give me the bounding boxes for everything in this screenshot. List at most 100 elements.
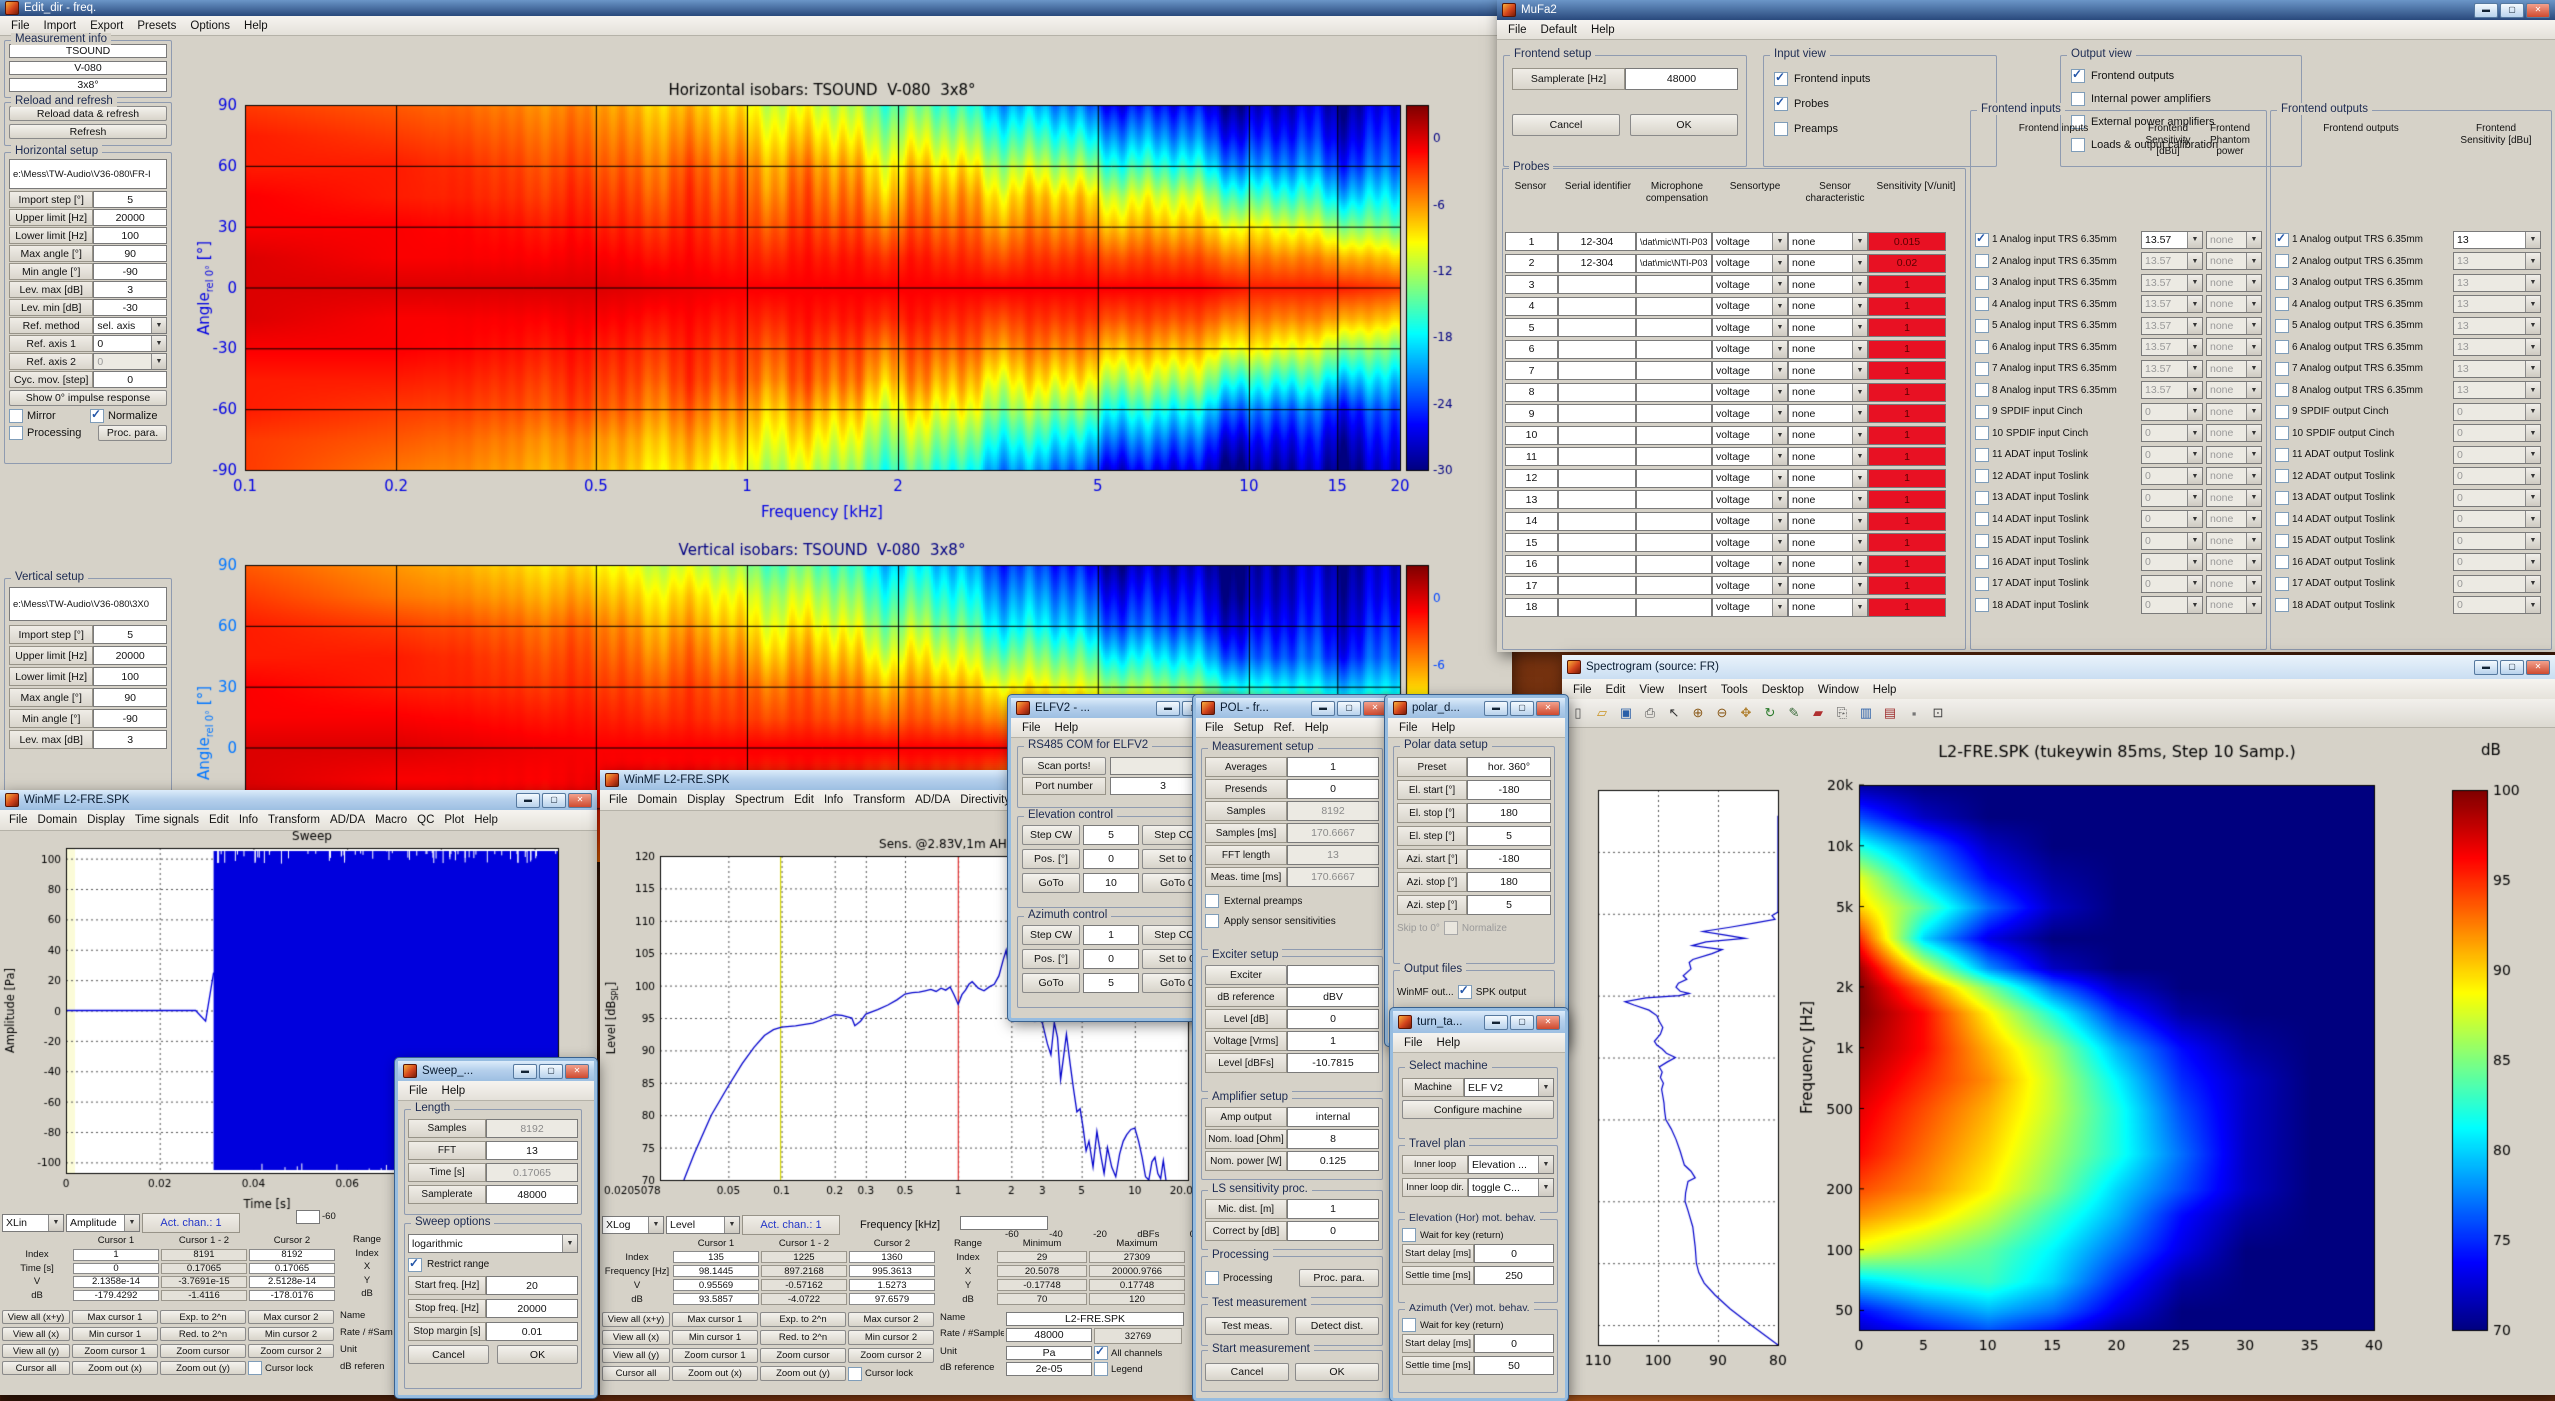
menu-item[interactable]: Domain	[633, 793, 683, 807]
link-plots-icon[interactable]: ⎘	[1830, 702, 1854, 724]
phantom-power-dropdown[interactable]: none▼	[2206, 424, 2262, 442]
chevron-down-icon[interactable]: ▼	[2187, 253, 2202, 269]
chevron-down-icon[interactable]: ▼	[2525, 253, 2540, 269]
chevron-down-icon[interactable]: ▼	[2525, 447, 2540, 463]
characteristic-dropdown[interactable]: none▼	[1788, 383, 1868, 402]
input-enable-checkbox[interactable]	[1975, 340, 1989, 354]
chevron-down-icon[interactable]: ▼	[151, 318, 166, 333]
mic-compensation[interactable]: \dat\mic\NTI-P03	[1636, 232, 1712, 251]
chevron-down-icon[interactable]: ▼	[2246, 339, 2261, 355]
chevron-down-icon[interactable]: ▼	[2187, 232, 2202, 248]
field-value[interactable]: 5	[1467, 895, 1551, 915]
all-channels-checkbox[interactable]	[1094, 1346, 1108, 1360]
serial-identifier[interactable]	[1558, 297, 1636, 316]
step-button[interactable]: Pos. [°]	[1022, 949, 1080, 969]
serial-identifier[interactable]	[1558, 340, 1636, 359]
mufa2-titlebar[interactable]: MuFa2 ▬▢✕	[1497, 0, 2555, 20]
sensitivity-value[interactable]: 1	[1868, 598, 1946, 617]
insert-colorbar-icon[interactable]: ▥	[1854, 702, 1878, 724]
output-enable-checkbox[interactable]	[2275, 254, 2289, 268]
menu-item[interactable]: File	[1392, 721, 1425, 735]
output-sensitivity-dropdown[interactable]: 0▼	[2453, 596, 2541, 614]
sensitivity-value[interactable]: 1	[1868, 490, 1946, 509]
characteristic-dropdown[interactable]: none▼	[1788, 447, 1868, 466]
menu-item[interactable]: Info	[819, 793, 848, 807]
field-value[interactable]: 0	[1287, 779, 1379, 799]
chevron-down-icon[interactable]: ▼	[2187, 382, 2202, 398]
wait-for-key-checkbox[interactable]	[1402, 1318, 1416, 1332]
characteristic-dropdown[interactable]: none▼	[1788, 254, 1868, 273]
dropdown[interactable]: sel. axis▼	[93, 317, 167, 334]
sensitivity-value[interactable]: 1	[1868, 318, 1946, 337]
sensortype-dropdown[interactable]: voltage▼	[1712, 426, 1788, 445]
field-value[interactable]: -90	[93, 709, 167, 728]
chevron-down-icon[interactable]: ▼	[2525, 339, 2540, 355]
chevron-down-icon[interactable]: ▼	[2525, 296, 2540, 312]
sensortype-dropdown[interactable]: voltage▼	[1712, 447, 1788, 466]
input-enable-checkbox[interactable]	[1975, 469, 1989, 483]
turn-ta-titlebar[interactable]: turn_ta... ▬▢✕	[1393, 1011, 1565, 1033]
field-value[interactable]: -90	[93, 263, 167, 280]
ok-button[interactable]: OK	[497, 1345, 578, 1364]
chevron-down-icon[interactable]: ▼	[1852, 233, 1867, 250]
menu-item[interactable]: Transform	[848, 793, 910, 807]
zoom-out-x-button[interactable]: Zoom out (x)	[672, 1366, 758, 1381]
samplerate-value[interactable]: 48000	[1625, 68, 1738, 90]
polar-d-titlebar[interactable]: polar_d... ▬▢✕	[1388, 698, 1565, 718]
phantom-power-dropdown[interactable]: none▼	[2206, 403, 2262, 421]
sensitivity-value[interactable]: 0.015	[1868, 232, 1946, 251]
menu-item[interactable]: File	[1200, 721, 1229, 735]
serial-identifier[interactable]	[1558, 598, 1636, 617]
output-sensitivity-dropdown[interactable]: 0▼	[2453, 510, 2541, 528]
output-enable-checkbox[interactable]	[2275, 383, 2289, 397]
serial-identifier[interactable]	[1558, 512, 1636, 531]
minimize-button[interactable]: ▬	[516, 793, 540, 808]
chevron-down-icon[interactable]: ▼	[2187, 339, 2202, 355]
field-value[interactable]: 0.01	[486, 1322, 578, 1341]
field-value[interactable]: 90	[93, 245, 167, 262]
dbref-value[interactable]: 2e-05	[1006, 1362, 1092, 1376]
data-cursor-icon[interactable]: ✎	[1782, 702, 1806, 724]
input-enable-checkbox[interactable]	[1975, 297, 1989, 311]
chevron-down-icon[interactable]: ▼	[2246, 232, 2261, 248]
chevron-down-icon[interactable]: ▼	[2187, 511, 2202, 527]
field-value[interactable]: 5	[1467, 826, 1551, 846]
chevron-down-icon[interactable]: ▼	[1772, 491, 1787, 508]
cursor1-value[interactable]: -179.4292	[73, 1290, 159, 1302]
phantom-power-dropdown[interactable]: none▼	[2206, 338, 2262, 356]
option-checkbox[interactable]	[2071, 69, 2085, 83]
chevron-down-icon[interactable]: ▼	[1772, 341, 1787, 358]
menu-item[interactable]: Spectrum	[730, 793, 789, 807]
menu-item[interactable]: Setup	[1229, 721, 1269, 735]
phantom-power-dropdown[interactable]: none▼	[2206, 575, 2262, 593]
menu-item[interactable]: Macro	[370, 813, 412, 827]
cursor2-value[interactable]: 2.5128e-14	[249, 1276, 335, 1288]
output-enable-checkbox[interactable]	[2275, 340, 2289, 354]
chevron-down-icon[interactable]: ▼	[1772, 448, 1787, 465]
output-sensitivity-dropdown[interactable]: 0▼	[2453, 532, 2541, 550]
view-button[interactable]: View all (x)	[602, 1330, 670, 1345]
maximize-button[interactable]: ▢	[2500, 660, 2524, 675]
minimize-button[interactable]: ▬	[1484, 701, 1508, 716]
output-sensitivity-dropdown[interactable]: 13▼	[2453, 231, 2541, 249]
close-button[interactable]: ✕	[568, 793, 592, 808]
input-enable-checkbox[interactable]	[1975, 319, 1989, 333]
chevron-down-icon[interactable]: ▼	[2525, 318, 2540, 334]
field-value[interactable]: -30	[93, 299, 167, 316]
chevron-down-icon[interactable]: ▼	[2187, 318, 2202, 334]
field-value[interactable]: -10.7815	[1287, 1053, 1379, 1073]
view-button[interactable]: View all (y)	[602, 1348, 670, 1363]
maximize-button[interactable]: ▢	[1510, 701, 1534, 716]
mic-compensation[interactable]	[1636, 512, 1712, 531]
field-value[interactable]: 170.6667	[1287, 823, 1379, 843]
input-enable-checkbox[interactable]	[1975, 383, 1989, 397]
sensortype-dropdown[interactable]: voltage▼	[1712, 555, 1788, 574]
cursor-button[interactable]: Min cursor 1	[72, 1327, 158, 1341]
active-channel[interactable]: Act. chan.: 1	[742, 1215, 840, 1235]
chevron-down-icon[interactable]: ▼	[1772, 319, 1787, 336]
option-checkbox[interactable]	[1774, 122, 1788, 136]
characteristic-dropdown[interactable]: none▼	[1788, 512, 1868, 531]
chevron-down-icon[interactable]: ▼	[2187, 425, 2202, 441]
output-sensitivity-dropdown[interactable]: 13▼	[2453, 381, 2541, 399]
mic-compensation[interactable]	[1636, 469, 1712, 488]
